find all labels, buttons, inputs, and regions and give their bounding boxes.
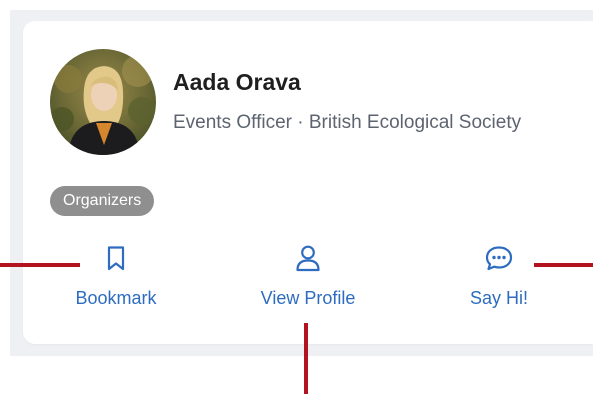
attendee-role-organization: Events Officer · British Ecological Soci…: [173, 112, 522, 133]
screenshot-stage: Aada Orava Events Officer · British Ecol…: [0, 0, 593, 394]
bookmark-label: Bookmark: [75, 288, 157, 308]
attendee-card: Aada Orava Events Officer · British Ecol…: [23, 21, 593, 344]
group-tag-badge: Organizers: [50, 186, 155, 216]
bookmark-icon: [107, 246, 125, 271]
say-hi-label: Say Hi!: [469, 288, 529, 308]
callout-marker-left: [0, 263, 80, 267]
avatar[interactable]: [50, 49, 156, 155]
user-icon: [296, 245, 320, 272]
callout-marker-bottom: [304, 323, 308, 394]
chat-bubble-icon: [485, 246, 513, 271]
say-hi-button[interactable]: Say Hi!: [424, 243, 574, 309]
attendee-name: Aada Orava: [173, 69, 301, 95]
bookmark-button[interactable]: Bookmark: [41, 243, 191, 309]
callout-marker-right: [534, 263, 593, 267]
view-profile-label: View Profile: [260, 288, 356, 308]
avatar-photo: [50, 49, 156, 155]
view-profile-button[interactable]: View Profile: [233, 243, 383, 309]
